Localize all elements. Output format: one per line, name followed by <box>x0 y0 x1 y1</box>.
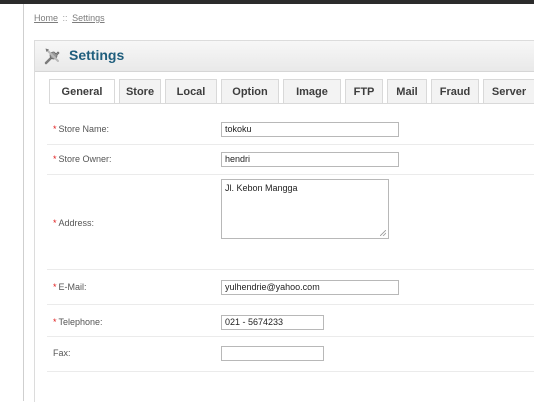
tab-image[interactable]: Image <box>283 79 341 103</box>
tab-fraud[interactable]: Fraud <box>431 79 479 103</box>
settings-box: Settings General Store Local Option Imag… <box>34 40 534 402</box>
address-value: Jl. Kebon Mangga <box>225 183 298 193</box>
tab-local[interactable]: Local <box>165 79 217 103</box>
required-marker: * <box>53 218 57 228</box>
tab-ftp[interactable]: FTP <box>345 79 383 103</box>
settings-box-heading: Settings <box>35 41 534 72</box>
fax-label: Fax: <box>53 348 71 358</box>
tab-store[interactable]: Store <box>119 79 161 103</box>
fax-input[interactable] <box>221 346 324 361</box>
telephone-input[interactable]: 021 - 5674233 <box>221 315 324 330</box>
breadcrumb: Home :: Settings <box>34 13 105 23</box>
store-name-label: * Store Name: <box>53 124 110 134</box>
tab-server[interactable]: Server <box>483 79 534 103</box>
store-owner-label: * Store Owner: <box>53 154 112 164</box>
required-marker: * <box>53 124 57 134</box>
tab-general[interactable]: General <box>49 79 115 104</box>
tabs-divider <box>49 103 534 104</box>
breadcrumb-home-link[interactable]: Home <box>34 13 58 23</box>
tab-option[interactable]: Option <box>221 79 279 103</box>
tab-mail[interactable]: Mail <box>387 79 427 103</box>
address-textarea[interactable]: Jl. Kebon Mangga <box>221 179 389 239</box>
address-row: * Address: Jl. Kebon Mangga <box>47 174 534 270</box>
store-owner-input[interactable]: hendri <box>221 152 399 167</box>
fax-row: Fax: <box>47 336 534 372</box>
resize-grip-icon[interactable] <box>380 230 386 236</box>
window-top-border <box>0 0 534 4</box>
tools-icon <box>44 48 60 65</box>
required-marker: * <box>53 154 57 164</box>
store-name-row: * Store Name: tokoku <box>47 113 534 145</box>
telephone-row: * Telephone: 021 - 5674233 <box>47 304 534 337</box>
telephone-label: * Telephone: <box>53 317 103 327</box>
address-label: * Address: <box>53 218 95 228</box>
email-input[interactable]: yulhendrie@yahoo.com <box>221 280 399 295</box>
store-owner-row: * Store Owner: hendri <box>47 144 534 175</box>
email-row: * E-Mail: yulhendrie@yahoo.com <box>47 269 534 305</box>
email-label: * E-Mail: <box>53 282 87 292</box>
required-marker: * <box>53 317 57 327</box>
breadcrumb-separator: :: <box>62 13 68 23</box>
breadcrumb-settings-link[interactable]: Settings <box>72 13 105 23</box>
page-left-border <box>23 4 24 401</box>
required-marker: * <box>53 282 57 292</box>
page-title: Settings <box>69 47 125 63</box>
store-name-input[interactable]: tokoku <box>221 122 399 137</box>
